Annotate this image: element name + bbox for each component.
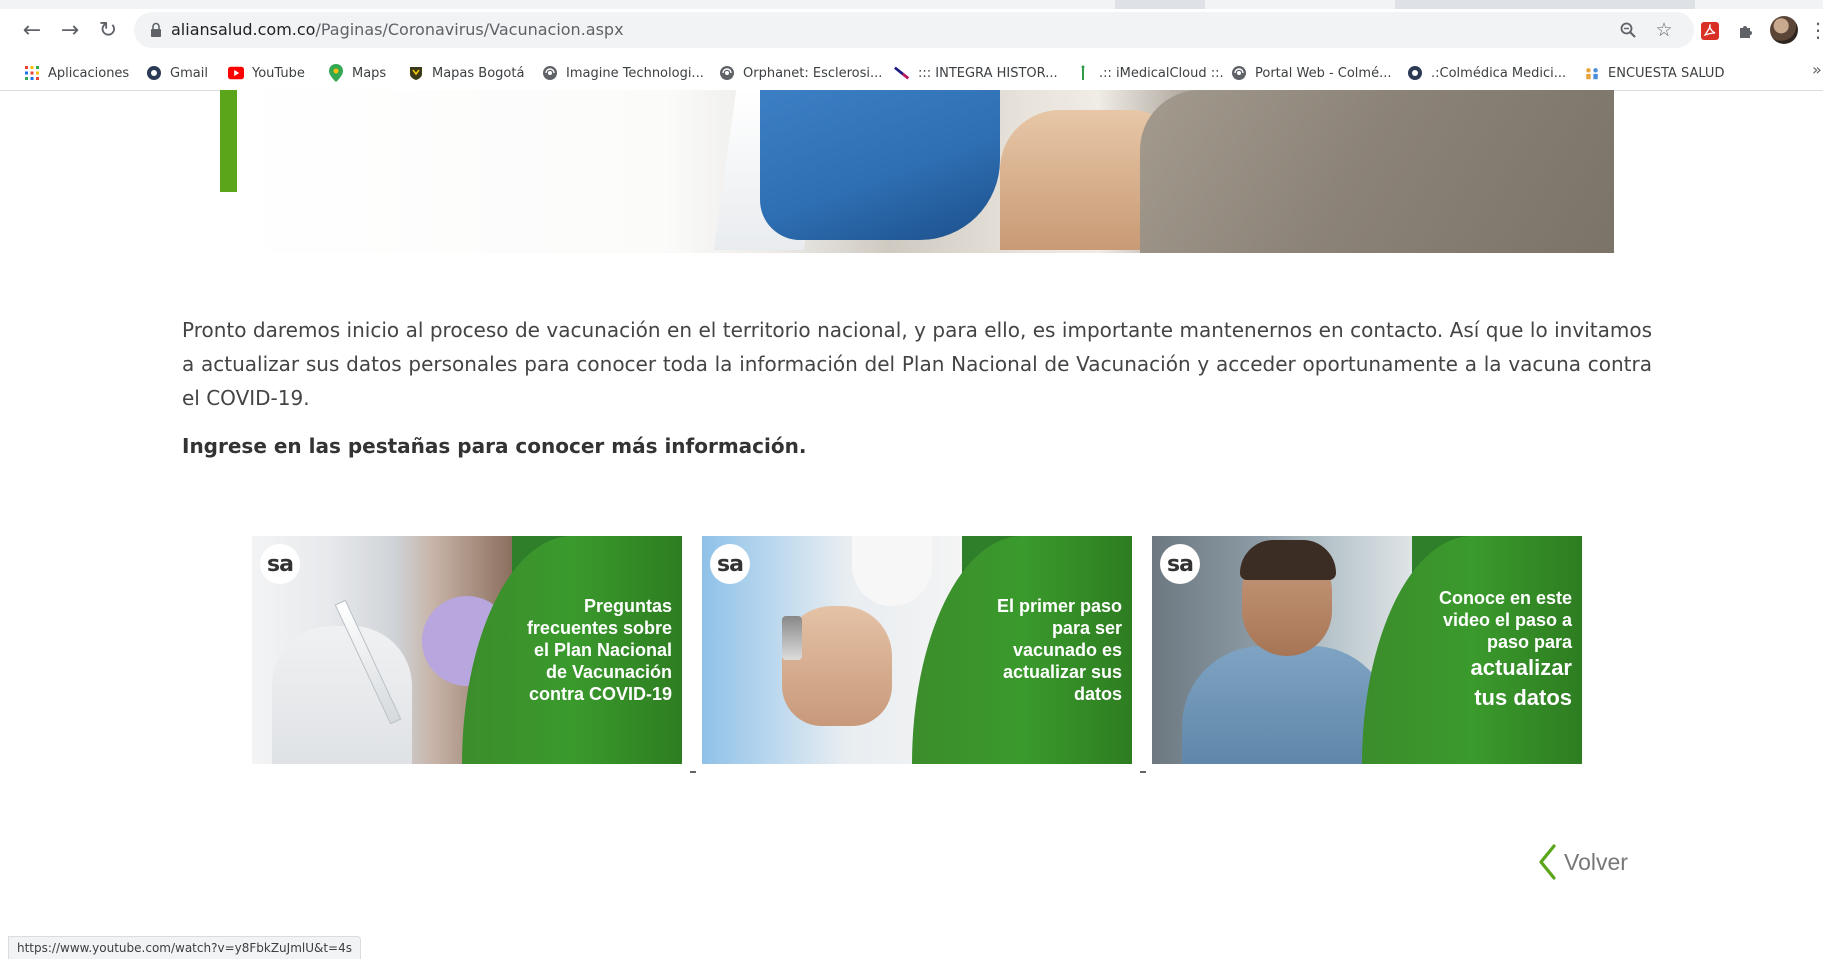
bookmarks-bar: Aplicaciones Gmail YouTube Maps Mapas Bo…	[0, 56, 1823, 91]
bar-icon	[1075, 65, 1091, 81]
url-domain: aliansalud.com.co	[171, 20, 316, 39]
accent-green-bar	[220, 90, 237, 192]
hero-banner-image	[220, 90, 1614, 253]
hair-shape	[1240, 540, 1336, 580]
caption-line: para ser	[1051, 618, 1122, 638]
tab-strip-segment	[1115, 0, 1205, 9]
card-caption: El primer paso para ser vacunado es actu…	[922, 536, 1122, 764]
volver-link[interactable]: Volver	[1536, 844, 1628, 880]
caption-line-large: tus datos	[1474, 685, 1572, 710]
maps-pin-icon	[328, 64, 344, 82]
caption-line: Preguntas	[583, 596, 672, 616]
bookmark-label: .:: iMedicalCloud ::.	[1099, 65, 1224, 81]
profile-avatar[interactable]	[1770, 16, 1798, 44]
zoom-icon[interactable]	[1614, 16, 1642, 44]
caption-line-large: actualizar	[1470, 655, 1573, 680]
bookmark-imagine[interactable]: Imagine Technologi...	[542, 60, 704, 86]
apps-grid-icon	[24, 65, 40, 81]
bookmark-label: YouTube	[252, 65, 305, 81]
caption-line: actualizar sus	[1002, 662, 1122, 682]
bookmark-label: Imagine Technologi...	[566, 65, 704, 81]
feather-icon	[894, 65, 910, 81]
bookmark-label: Aplicaciones	[48, 65, 130, 81]
puzzle-extension-icon[interactable]	[1733, 18, 1759, 44]
bookmark-label: Orphanet: Esclerosi...	[743, 65, 883, 81]
people-icon	[1584, 65, 1600, 81]
tab-strip-segment	[1395, 0, 1695, 9]
bookmark-colmedica[interactable]: .:Colmédica Medici...	[1407, 60, 1566, 86]
menu-kebab-icon[interactable]: ⋮	[1808, 16, 1823, 44]
bookmark-orphanet[interactable]: Orphanet: Esclerosi...	[719, 60, 882, 86]
card-primer-paso[interactable]: sa El primer paso para ser vacunado es a…	[702, 536, 1132, 764]
hero-shirt-sleeve	[1140, 90, 1614, 253]
volver-label: Volver	[1564, 848, 1628, 875]
bookmark-label: Mapas Bogotá	[432, 65, 525, 81]
bookmark-label: .:Colmédica Medici...	[1431, 65, 1567, 81]
forward-arrow-icon[interactable]: →	[54, 14, 86, 46]
caption-line: paso para	[1486, 632, 1572, 652]
pdf-extension-icon[interactable]	[1697, 18, 1723, 44]
caption-line: video el paso a	[1442, 610, 1572, 630]
url-path: /Paginas/Coronavirus/Vacunacion.aspx	[315, 20, 624, 39]
chevron-left-icon	[1539, 844, 1556, 880]
globe-icon	[542, 65, 558, 81]
gloved-hand-shape	[272, 626, 412, 764]
bookmark-gmail[interactable]: Gmail	[146, 60, 208, 86]
youtube-icon	[228, 65, 244, 81]
sa-logo: sa	[260, 544, 300, 584]
gear-bookmark-icon	[146, 65, 162, 81]
card-caption: Preguntas frecuentes sobre el Plan Nacio…	[472, 536, 672, 764]
denim-shirt-shape	[1182, 646, 1392, 764]
separator-tick	[690, 771, 696, 773]
face-mask-shape	[852, 536, 932, 606]
card-caption: Conoce en este video el paso a paso para…	[1372, 536, 1572, 764]
caption-line: vacunado es	[1012, 640, 1122, 660]
bookmark-youtube[interactable]: YouTube	[228, 60, 305, 86]
instruction-text: Ingrese en las pestañas para conocer más…	[182, 434, 807, 458]
caption-line: de Vacunación	[545, 662, 672, 682]
back-arrow-icon[interactable]: ←	[16, 14, 48, 46]
sa-logo: sa	[710, 544, 750, 584]
shield-bookmark-icon	[408, 65, 424, 81]
bookmark-label: ::: INTEGRA HISTOR...	[918, 65, 1058, 81]
vaccine-vial-shape	[782, 616, 802, 660]
caption-line: contra COVID-19	[528, 684, 672, 704]
card-preguntas-frecuentes[interactable]: sa Preguntas frecuentes sobre el Plan Na…	[252, 536, 682, 764]
globe-icon	[1231, 65, 1247, 81]
bookmark-portal-web[interactable]: Portal Web - Colmé...	[1231, 60, 1391, 86]
reload-icon[interactable]: ↻	[92, 14, 124, 46]
caption-line: Conoce en este	[1438, 588, 1572, 608]
card-video-actualizar[interactable]: sa Conoce en este video el paso a paso p…	[1152, 536, 1582, 764]
more-bookmarks-chevron[interactable]: »	[1812, 60, 1822, 79]
bookmark-mapas-bogota[interactable]: Mapas Bogotá	[408, 60, 524, 86]
bookmark-maps[interactable]: Maps	[328, 60, 386, 86]
browser-toolbar: ← → ↻ aliansalud.com.co/Paginas/Coronavi…	[0, 0, 1823, 56]
bookmark-label: Maps	[352, 65, 387, 81]
bookmark-aplicaciones[interactable]: Aplicaciones	[24, 60, 129, 86]
bookmark-label: Portal Web - Colmé...	[1255, 65, 1392, 81]
hero-gloved-hand	[760, 90, 1000, 240]
sa-logo: sa	[1160, 544, 1200, 584]
caption-line: El primer paso	[996, 596, 1122, 616]
bookmark-label: Gmail	[170, 65, 208, 81]
caption-line: datos	[1073, 684, 1122, 704]
bookmark-imedicalcloud[interactable]: .:: iMedicalCloud ::.	[1075, 60, 1224, 86]
bookmark-encuesta-salud[interactable]: ENCUESTA SALUD	[1584, 60, 1724, 86]
bookmark-integra[interactable]: ::: INTEGRA HISTOR...	[894, 60, 1058, 86]
gear-bookmark-icon	[1407, 65, 1423, 81]
url-text[interactable]: aliansalud.com.co/Paginas/Coronavirus/Va…	[171, 16, 624, 44]
star-icon[interactable]: ☆	[1650, 16, 1678, 44]
lock-icon[interactable]	[147, 21, 165, 39]
bookmark-label: ENCUESTA SALUD	[1608, 65, 1725, 81]
caption-line: frecuentes sobre	[526, 618, 672, 638]
status-bar-url: https://www.youtube.com/watch?v=y8FbkZuJ…	[8, 936, 361, 959]
separator-tick	[1140, 771, 1146, 773]
caption-line: el Plan Nacional	[533, 640, 672, 660]
intro-paragraph: Pronto daremos inicio al proceso de vacu…	[182, 318, 1652, 410]
globe-icon	[719, 65, 735, 81]
